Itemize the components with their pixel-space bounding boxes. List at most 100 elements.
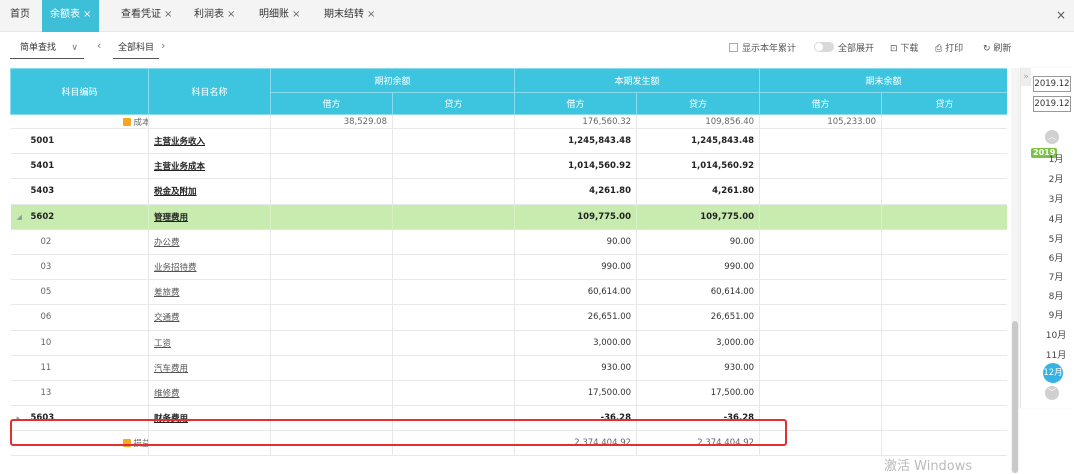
table-row[interactable]: 5401 主营业务成本 1,014,560.92 1,014,560.92 xyxy=(10,153,1007,180)
account-name-link[interactable]: 交通费 xyxy=(154,313,180,323)
table-cell xyxy=(759,204,883,230)
table-row-sub[interactable]: 03 业务招待费 990.00 990.00 xyxy=(10,254,1007,281)
table-cell xyxy=(881,355,1007,381)
header-period-amount: 本期发生额 xyxy=(514,68,761,93)
chevron-right-icon[interactable]: › xyxy=(161,39,165,52)
table-row-sub[interactable]: 13 维修费 17,500.00 17,500.00 xyxy=(10,380,1007,407)
tab-balance-sheet[interactable]: 余额表 × xyxy=(42,0,100,32)
table-cell xyxy=(759,254,883,281)
account-name-link[interactable]: 财务费用 xyxy=(154,414,188,424)
month-item[interactable]: 7月 xyxy=(1045,270,1067,283)
chevron-up-icon[interactable]: ︿ xyxy=(1045,130,1059,144)
table-cell xyxy=(759,405,883,432)
account-name-link[interactable]: 办公费 xyxy=(154,238,180,248)
table-cell xyxy=(881,430,1007,457)
expand-all-toggle[interactable]: 全部展开 xyxy=(814,42,874,56)
tab-home[interactable]: 首页 xyxy=(2,0,38,32)
table-row-sub[interactable]: 11 汽车费用 930.00 930.00 xyxy=(10,355,1007,381)
search-mode-select[interactable]: 简单查找 ∨ xyxy=(10,39,84,59)
account-name-link[interactable]: 管理费用 xyxy=(154,213,188,223)
table-cell: 990.00 xyxy=(636,254,761,281)
toolbar: 简单查找 ∨ ‹ 全部科目 › 显示本年累计 全部展开 ⊡ 下载 ⎙ 打印 ↻ … xyxy=(0,33,1074,66)
month-item-selected[interactable]: 12月 xyxy=(1043,363,1063,383)
table-cell: 2,374,404.92 xyxy=(636,430,761,457)
chevron-down-icon[interactable]: ﹀ xyxy=(1045,386,1059,400)
table-cell: 4,261.80 xyxy=(514,178,638,205)
table-cell xyxy=(392,380,516,407)
table-row[interactable]: ▸ 5603 财务费用 -36.28 -36.28 xyxy=(10,405,1007,432)
account-name-link[interactable]: 汽车费用 xyxy=(154,364,188,374)
month-item[interactable]: 9月 xyxy=(1045,308,1067,321)
tab-view-voucher[interactable]: 查看凭证 × xyxy=(113,0,180,32)
print-button[interactable]: ⎙ 打印 xyxy=(935,42,963,56)
account-name-link[interactable]: 工资 xyxy=(154,339,171,349)
balance-table-wrap: 科目编码 科目名称 期初余额 本期发生额 期末余额 借方 贷方 借方 贷方 借方… xyxy=(10,68,1007,473)
download-button[interactable]: ⊡ 下载 xyxy=(890,42,918,56)
table-cell: 1,245,843.48 xyxy=(636,128,761,155)
table-row[interactable]: 5001 主营业务收入 1,245,843.48 1,245,843.48 xyxy=(10,128,1007,155)
table-cell: 2,374,404.92 xyxy=(514,430,638,457)
account-code-cell: 05 xyxy=(10,279,149,306)
account-name-link[interactable]: 差旅费 xyxy=(154,288,180,298)
table-cell xyxy=(270,380,393,407)
collapse-panel-icon[interactable]: » xyxy=(1021,68,1031,86)
table-row-sub[interactable]: 05 差旅费 60,614.00 60,614.00 xyxy=(10,279,1007,306)
month-item[interactable]: 3月 xyxy=(1045,192,1067,205)
account-name-link[interactable]: 维修费 xyxy=(154,389,180,399)
windows-activation-watermark: 激活 Windows xyxy=(884,459,973,474)
close-icon[interactable]: × xyxy=(164,9,172,20)
table-row-sub[interactable]: 02 办公费 90.00 90.00 xyxy=(10,229,1007,255)
chevron-left-icon[interactable]: ‹ xyxy=(97,39,101,52)
start-period-field[interactable]: 2019.12 xyxy=(1033,76,1071,92)
end-period-field[interactable]: 2019.12 xyxy=(1033,96,1071,112)
table-cell xyxy=(759,178,883,205)
table-cell xyxy=(759,279,883,306)
table-row-sub[interactable]: 06 交通费 26,651.00 26,651.00 xyxy=(10,304,1007,331)
month-item[interactable]: 8月 xyxy=(1045,289,1067,302)
close-icon[interactable]: × xyxy=(227,9,235,20)
table-cell xyxy=(759,380,883,407)
month-item[interactable]: 4月 xyxy=(1045,212,1067,225)
account-name-link[interactable]: 主营业务成本 xyxy=(154,162,205,172)
month-item[interactable]: 1月 xyxy=(1045,152,1067,165)
table-cell xyxy=(392,304,516,331)
close-icon[interactable]: × xyxy=(292,9,300,20)
tab-profit-statement[interactable]: 利润表 × xyxy=(186,0,243,32)
table-cell: 1,014,560.92 xyxy=(514,153,638,180)
month-item[interactable]: 5月 xyxy=(1045,232,1067,245)
close-icon[interactable]: × xyxy=(367,9,375,20)
table-row[interactable]: 5403 税金及附加 4,261.80 4,261.80 xyxy=(10,178,1007,205)
account-name-cell: 办公费 xyxy=(148,229,271,255)
account-code-cell: 10 xyxy=(10,330,149,356)
table-row-selected[interactable]: ◢ 5602 管理费用 109,775.00 109,775.00 xyxy=(10,204,1007,230)
table-cell xyxy=(392,254,516,281)
month-item[interactable]: 11月 xyxy=(1045,348,1067,361)
show-year-total-checkbox[interactable]: 显示本年累计 xyxy=(729,42,796,56)
account-name-link[interactable]: 主营业务收入 xyxy=(154,137,205,147)
account-name-cell: 交通费 xyxy=(148,304,271,331)
account-name-cell: 管理费用 xyxy=(148,204,271,230)
tab-label: 期末结转 xyxy=(324,9,364,20)
download-icon: ⊡ xyxy=(890,44,901,54)
account-name-link[interactable]: 业务招待费 xyxy=(154,263,197,273)
account-name-link[interactable]: 税金及附加 xyxy=(154,187,197,197)
month-item[interactable]: 2月 xyxy=(1045,172,1067,185)
month-item[interactable]: 10月 xyxy=(1045,328,1067,341)
table-cell xyxy=(148,430,271,457)
table-cell xyxy=(881,330,1007,356)
breadcrumb[interactable]: 全部科目 xyxy=(113,39,160,59)
month-item[interactable]: 6月 xyxy=(1045,251,1067,264)
table-cell xyxy=(392,355,516,381)
close-icon[interactable]: × xyxy=(83,9,91,20)
table-cell: 60,614.00 xyxy=(636,279,761,306)
window-close-icon[interactable]: × xyxy=(1056,0,1066,30)
tab-period-end-carryover[interactable]: 期末结转 × xyxy=(316,0,383,32)
table-cell xyxy=(392,204,516,230)
vertical-scrollbar[interactable] xyxy=(1011,68,1019,473)
search-mode-label: 简单查找 xyxy=(20,43,57,53)
table-row-sub[interactable]: 10 工资 3,000.00 3,000.00 xyxy=(10,330,1007,356)
scrollbar-thumb[interactable] xyxy=(1012,321,1018,473)
tab-ledger-detail[interactable]: 明细账 × xyxy=(251,0,308,32)
account-code-cell: 11 xyxy=(10,355,149,381)
refresh-button[interactable]: ↻ 刷新 xyxy=(983,42,1011,56)
